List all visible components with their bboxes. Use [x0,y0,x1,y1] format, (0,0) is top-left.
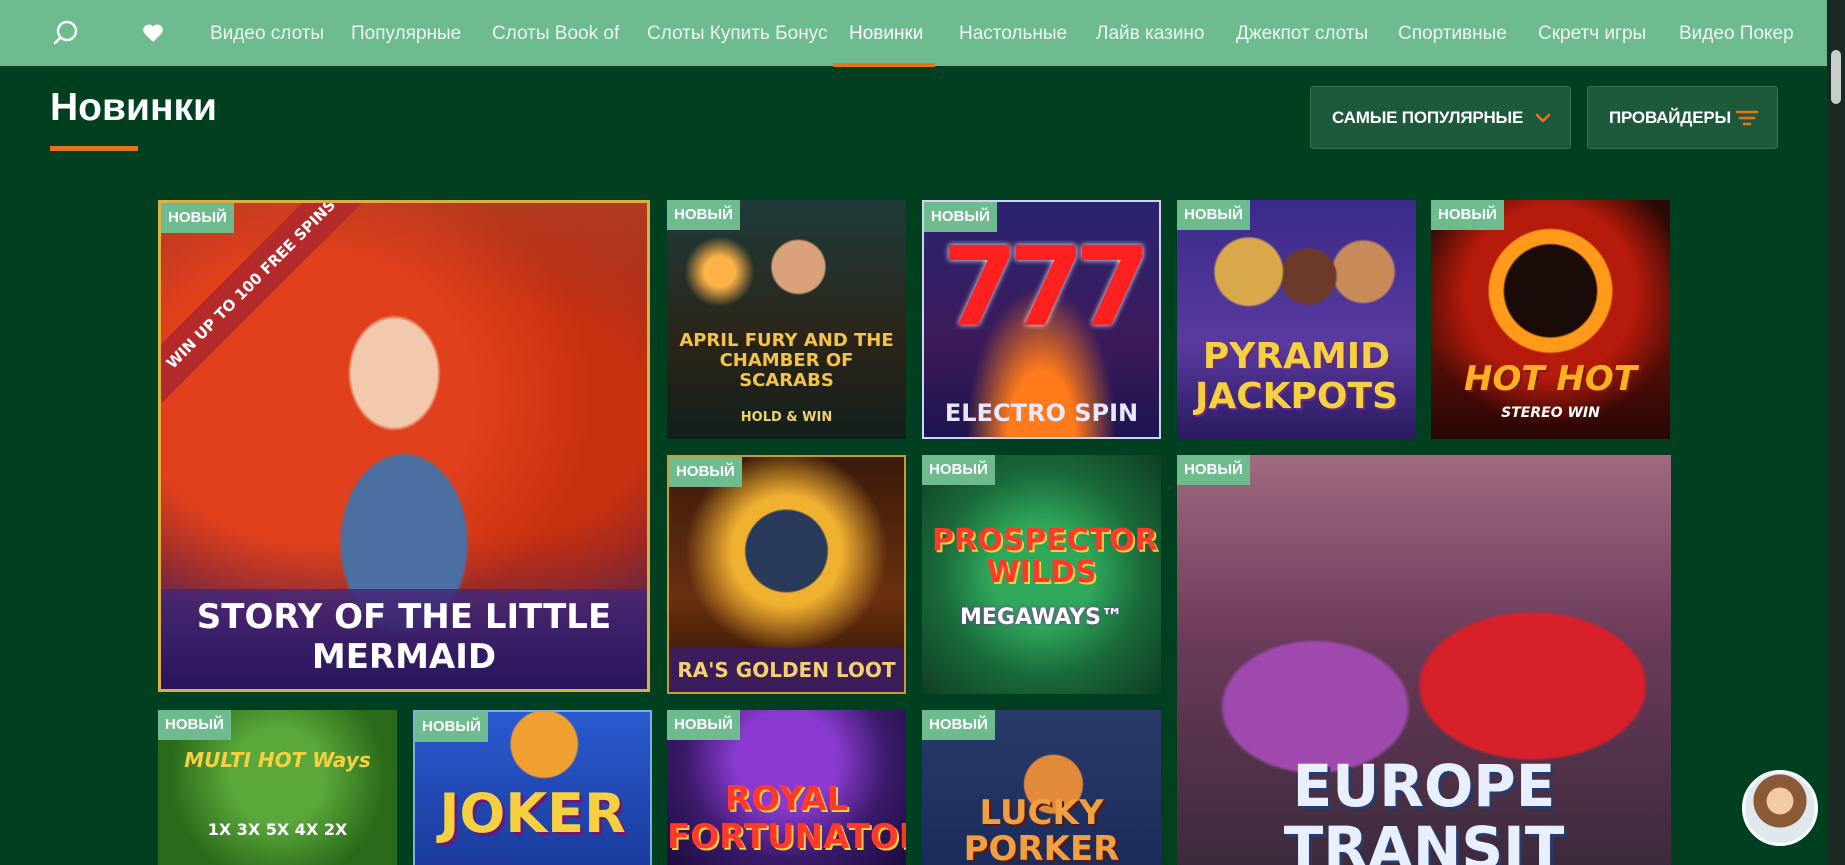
game-tile-lucky-porker[interactable]: LUCKY PORKER НОВЫЙ [922,710,1161,865]
active-tab-indicator [833,63,935,67]
game-tile-pyramid-jackpots[interactable]: PYRAMID JACKPOTS НОВЫЙ [1177,200,1416,439]
new-badge: НОВЫЙ [1431,200,1504,230]
game-tile-royal-fortunator[interactable]: ROYAL FORTUNATOR НОВЫЙ [667,710,906,865]
game-tile-europe-transit[interactable]: EUROPE TRANSIT НОВЫЙ [1177,455,1671,865]
nav-popular[interactable]: Популярные [351,0,461,66]
game-tile-prospector-wilds[interactable]: PROSPECTOR WILDS MEGAWAYS™ НОВЫЙ [922,455,1161,694]
nav-live-casino[interactable]: Лайв казино [1096,0,1205,66]
game-subtitle: MEGAWAYS™ [960,605,1123,630]
new-badge: НОВЫЙ [922,710,995,740]
top-navigation: Видео слоты Популярные Слоты Book of Сло… [0,0,1827,67]
nav-video-poker[interactable]: Видео Покер [1679,0,1794,66]
game-tile-ras-golden-loot[interactable]: RA'S GOLDEN LOOT НОВЫЙ [667,455,906,694]
game-title: PYRAMID JACKPOTS [1194,336,1399,417]
nav-jackpot-slots[interactable]: Джекпот слоты [1236,0,1368,66]
game-subtitle: ELECTRO SPIN [944,399,1139,427]
scrollbar-thumb[interactable] [1831,50,1841,104]
game-tile-hot-hot-stereo-win[interactable]: HOT HOT STEREO WIN НОВЫЙ [1431,200,1670,439]
new-badge: НОВЫЙ [415,712,488,742]
game-tile-electro-spin[interactable]: 777 ELECTRO SPIN НОВЫЙ [922,200,1161,439]
game-title: 777 [941,223,1152,351]
new-badge: НОВЫЙ [1177,200,1250,230]
game-tile-joker[interactable]: JOKER НОВЫЙ [413,710,652,865]
sort-label: САМЫЕ ПОПУЛЯРНЫЕ [1332,107,1524,127]
search-icon[interactable] [44,0,88,66]
game-title: STORY OF THE LITTLE MERMAID [196,597,612,677]
game-tile-little-mermaid[interactable]: WIN UP TO 100 FREE SPINS STORY OF THE LI… [158,200,650,692]
game-title: APRIL FURY AND THE CHAMBER OF SCARABS [679,330,894,391]
game-title: HOT HOT [1464,359,1637,399]
nav-table-games[interactable]: Настольные [959,0,1067,66]
nav-new-games[interactable]: Новинки [849,0,923,66]
game-subtitle: 1X 3X 5X 4X 2X [207,820,348,839]
providers-label: ПРОВАЙДЕРЫ [1609,107,1731,127]
providers-filter-button[interactable]: ПРОВАЙДЕРЫ [1587,86,1778,149]
game-subtitle: HOLD & WIN [740,410,833,425]
game-thumbnail [667,200,906,439]
chevron-down-icon [1535,113,1551,123]
game-title: RA'S GOLDEN LOOT [677,658,896,682]
game-title: JOKER [439,782,626,845]
new-badge: НОВЫЙ [158,710,231,740]
title-underline [50,146,138,151]
new-badge: НОВЫЙ [1177,455,1250,485]
new-badge: НОВЫЙ [667,200,740,230]
page-title: Новинки [50,86,217,129]
game-subtitle: STEREO WIN [1501,405,1600,421]
new-badge: НОВЫЙ [669,457,742,487]
page-scrollbar[interactable] [1827,0,1845,865]
new-badge: НОВЫЙ [922,455,995,485]
favorites-heart-icon[interactable] [138,0,168,66]
game-title: EUROPE TRANSIT [1283,752,1565,865]
game-title: LUCKY PORKER [963,793,1120,865]
game-title: PROSPECTOR WILDS [932,523,1158,590]
filter-icon [1735,110,1759,126]
game-title: MULTI HOT Ways [184,748,371,772]
nav-bonus-buy-slots[interactable]: Слоты Купить Бонус [647,0,827,66]
nav-video-slots[interactable]: Видео слоты [210,0,324,66]
support-chat-avatar[interactable] [1742,770,1818,846]
game-tile-multi-hot-ways[interactable]: MULTI HOT Ways 1X 3X 5X 4X 2X НОВЫЙ [158,710,397,865]
nav-scratch-games[interactable]: Скретч игры [1538,0,1646,66]
game-tile-april-fury[interactable]: APRIL FURY AND THE CHAMBER OF SCARABS HO… [667,200,906,439]
nav-book-of-slots[interactable]: Слоты Book of [492,0,619,66]
nav-sports[interactable]: Спортивные [1398,0,1507,66]
new-badge: НОВЫЙ [667,710,740,740]
sort-dropdown-button[interactable]: САМЫЕ ПОПУЛЯРНЫЕ [1310,86,1571,149]
game-title: ROYAL FORTUNATOR [667,779,906,857]
new-badge: НОВЫЙ [924,202,997,232]
new-badge: НОВЫЙ [161,203,234,233]
game-thumbnail [1431,200,1670,439]
